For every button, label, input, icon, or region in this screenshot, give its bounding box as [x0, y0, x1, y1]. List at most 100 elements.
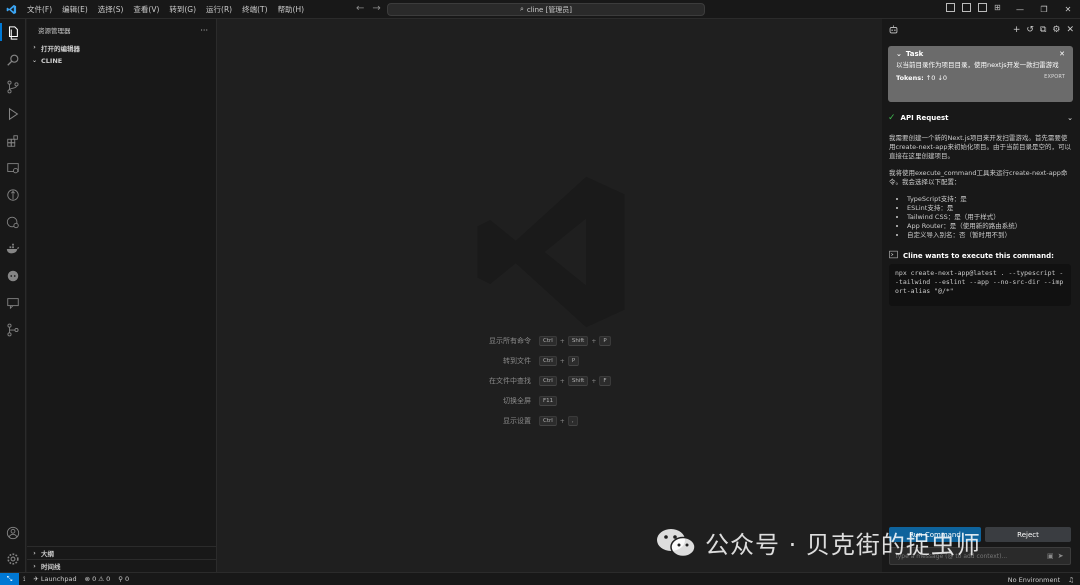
- tokens-up: 0: [931, 74, 936, 82]
- status-bar: ⤡ ⟟ ✈ Launchpad ⊗ 0 ⚠ 0 ⚲ 0 No Environment …: [0, 572, 1080, 585]
- git-graph-icon[interactable]: [5, 322, 21, 338]
- remote-explorer-icon[interactable]: [5, 160, 21, 176]
- search-icon[interactable]: [5, 52, 21, 68]
- key: P: [599, 336, 611, 346]
- explorer-icon[interactable]: [5, 25, 21, 41]
- close-panel-icon[interactable]: ✕: [1066, 25, 1074, 35]
- menu-file[interactable]: 文件(F): [22, 0, 57, 19]
- task-card: ⌄ Task ✕ 以当前目录作为项目目录，使用nextjs开发一款扫雷游戏 Tok…: [888, 46, 1073, 102]
- task-title-wrap: ⌄ Task: [896, 50, 923, 58]
- shortcut-label: 转到文件: [503, 357, 531, 365]
- vscode-logo-icon: [0, 0, 22, 19]
- key: Shift: [567, 336, 589, 346]
- problems-item[interactable]: ⊗ 0 ⚠ 0: [81, 575, 115, 583]
- command-title: Cline wants to execute this command:: [889, 250, 1054, 261]
- section-timeline[interactable]: › 时间线: [27, 559, 216, 572]
- task-text: 以当前目录作为项目目录，使用nextjs开发一款扫雷游戏: [896, 61, 1059, 69]
- command-title-label: Cline wants to execute this command:: [903, 251, 1054, 260]
- section-label: CLINE: [41, 56, 63, 65]
- wechat-logo-icon: [655, 527, 697, 559]
- extensions-icon[interactable]: [5, 133, 21, 149]
- accounts-status-icon[interactable]: ⟟: [19, 575, 29, 584]
- ports-item[interactable]: ⚲ 0: [114, 575, 133, 583]
- menu-run[interactable]: 运行(R): [201, 0, 237, 19]
- export-button[interactable]: EXPORT: [1044, 74, 1065, 82]
- toggle-panel-icon[interactable]: [962, 3, 971, 12]
- open-in-editor-icon[interactable]: ⧉: [1040, 25, 1046, 35]
- chevron-right-icon: ›: [33, 549, 36, 557]
- section-open-editors[interactable]: › 打开的编辑器: [27, 41, 216, 54]
- error-count: 0: [92, 575, 97, 583]
- menu-go[interactable]: 转到(G): [164, 0, 201, 19]
- settings-icon[interactable]: ⚙: [1052, 25, 1060, 35]
- docker-icon[interactable]: [5, 241, 21, 257]
- close-window-icon[interactable]: ✕: [1056, 0, 1080, 19]
- tokens-down: 0: [942, 74, 948, 82]
- image-attach-icon[interactable]: ▣: [1047, 552, 1054, 560]
- chat-icon[interactable]: [5, 295, 21, 311]
- account-icon[interactable]: [5, 525, 21, 541]
- customize-layout-icon[interactable]: ⊞: [994, 3, 1003, 12]
- menu-edit[interactable]: 编辑(E): [57, 0, 93, 19]
- new-task-icon[interactable]: +: [1013, 25, 1021, 35]
- notifications-bell-icon[interactable]: ♫: [1068, 576, 1074, 584]
- history-icon[interactable]: ↺: [1026, 25, 1034, 35]
- toggle-secondary-sidebar-icon[interactable]: [978, 3, 987, 12]
- title-bar: 文件(F) 编辑(E) 选择(S) 查看(V) 转到(G) 运行(R) 终端(T…: [0, 0, 1080, 19]
- active-indicator: [0, 23, 2, 41]
- editor-area: 显示所有命令 Ctrl + Shift + P 转到文件 Ctrl + P 在文件中查…: [218, 19, 881, 572]
- environment-status[interactable]: No Environment: [1008, 576, 1060, 584]
- restore-icon[interactable]: ❐: [1032, 0, 1056, 19]
- send-icon[interactable]: ➤: [1058, 552, 1064, 560]
- assistant-message-1: 我需要创建一个新的Next.js项目来开发扫雷游戏。首先需要使用create-n…: [889, 134, 1071, 160]
- task-tokens: Tokens: ↑0 ↓0 EXPORT: [896, 74, 1065, 82]
- ports-icon: ⚲: [118, 575, 123, 583]
- launchpad-item[interactable]: ✈ Launchpad: [29, 575, 80, 583]
- key: Ctrl: [539, 376, 557, 386]
- remote-indicator-icon[interactable]: ⤡: [0, 572, 19, 585]
- key: F: [599, 376, 611, 386]
- sidebar-title: 资源管理器: [38, 27, 71, 35]
- forward-arrow-icon[interactable]: →: [372, 3, 380, 14]
- menu-selection[interactable]: 选择(S): [93, 0, 129, 19]
- reject-button[interactable]: Reject: [985, 527, 1071, 542]
- menu-help[interactable]: 帮助(H): [273, 0, 310, 19]
- error-icon: ⊗: [84, 575, 91, 583]
- section-cline[interactable]: ⌄ CLINE: [27, 54, 216, 67]
- chevron-down-icon[interactable]: ⌄: [896, 50, 902, 58]
- menu-terminal[interactable]: 终端(T): [237, 0, 272, 19]
- explorer-sidebar: 资源管理器 ··· › 打开的编辑器 ⌄ CLINE › 大纲 › 时间线: [27, 19, 217, 572]
- minimize-icon[interactable]: —: [1008, 0, 1032, 19]
- testing-icon[interactable]: [5, 214, 21, 230]
- chevron-right-icon: ›: [33, 44, 36, 51]
- section-outline[interactable]: › 大纲: [27, 546, 216, 559]
- chevron-down-icon: ⌄: [1067, 114, 1073, 122]
- sidebar-bottom: › 大纲 › 时间线: [27, 546, 216, 572]
- close-task-icon[interactable]: ✕: [1059, 50, 1065, 58]
- tokens-info: Tokens: ↑0 ↓0: [896, 74, 947, 82]
- shortcut-keys: Ctrl + Shift + P: [539, 336, 611, 346]
- menu-view[interactable]: 查看(V): [128, 0, 164, 19]
- settings-gear-icon[interactable]: [5, 551, 21, 567]
- api-request-row[interactable]: ✓ API Request ⌄: [888, 113, 1073, 123]
- command-center[interactable]: ⌕ cline [管理员]: [387, 3, 705, 16]
- tokens-label: Tokens:: [896, 74, 924, 82]
- cline-panel: + ↺ ⧉ ⚙ ✕ ⌄ Task ✕ 以当前目录作为项目目录，使用nextjs开发…: [882, 19, 1080, 572]
- source-control-icon[interactable]: [5, 79, 21, 95]
- more-actions-icon[interactable]: ···: [200, 26, 208, 35]
- timeline-icon[interactable]: [5, 187, 21, 203]
- vscode-watermark-logo: [471, 172, 631, 334]
- nav-arrows: ← →: [356, 3, 381, 14]
- check-icon: ✓: [888, 113, 896, 123]
- key: ,: [567, 416, 578, 426]
- command-center-label: cline [管理员]: [526, 5, 573, 14]
- run-debug-icon[interactable]: [5, 106, 21, 122]
- launchpad-label: Launchpad: [40, 575, 77, 583]
- input-actions: ▣ ➤: [1047, 552, 1064, 560]
- toggle-sidebar-icon[interactable]: [946, 3, 955, 12]
- cline-robot-icon: [888, 24, 899, 37]
- back-arrow-icon[interactable]: ←: [356, 3, 364, 14]
- menu-bar: 文件(F) 编辑(E) 选择(S) 查看(V) 转到(G) 运行(R) 终端(T…: [22, 0, 309, 19]
- cline-icon[interactable]: [5, 268, 21, 284]
- list-item: 自定义导入别名：否（暂时用不到）: [907, 231, 1071, 240]
